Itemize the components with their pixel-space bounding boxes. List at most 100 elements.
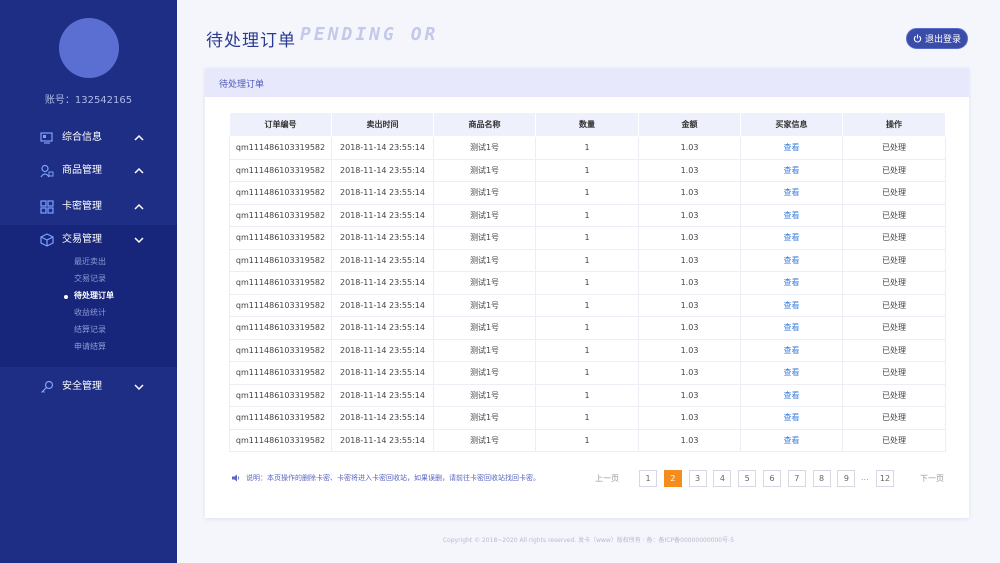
view-buyer-link[interactable]: 查看 [784,143,800,152]
order-id-cell: qm111486103319582 [229,294,332,317]
nav-item-cards[interactable]: 卡密管理 [0,193,177,221]
col-amount[interactable]: 金额 [638,112,741,137]
table-row: qm111486103319582 2018-11-14 23:55:14 测试1号… [229,226,946,250]
sold-time-cell: 2018-11-14 23:55:14 [331,136,434,160]
product-name-cell: 测试1号 [433,406,536,430]
product-name-cell: 测试1号 [433,159,536,182]
sub-item-trade-records[interactable]: 交易记录 [74,274,106,284]
view-buyer-link[interactable]: 查看 [784,278,800,287]
table-row: qm111486103319582 2018-11-14 23:55:14 测试1号… [229,384,946,407]
buyer-info-cell: 查看 [740,339,843,362]
page-button-3[interactable]: 3 [688,470,707,487]
sub-item-recent-sold[interactable]: 最近卖出 [74,257,106,267]
dashboard-icon [40,132,53,144]
col-product-name[interactable]: 商品名称 [433,112,536,137]
buyer-info-cell: 查看 [740,204,843,227]
page-ellipsis: ... [861,473,869,482]
view-buyer-link[interactable]: 查看 [784,413,800,422]
buyer-info-cell: 查看 [740,294,843,317]
quantity-cell: 1 [535,226,639,250]
quantity-cell: 1 [535,159,639,182]
logout-label: 退出登录 [924,35,961,45]
view-buyer-link[interactable]: 查看 [784,211,800,220]
nav-item-trade[interactable]: 交易管理 [0,226,177,254]
order-id-cell: qm111486103319582 [229,226,332,250]
notice-text: 说明：本页操作的删除卡密、卡密将进入卡密回收站，如果误删，请前往卡密回收站找回卡… [246,474,540,482]
buyer-info-cell: 查看 [740,226,843,250]
table-row: qm111486103319582 2018-11-14 23:55:14 测试1号… [229,181,946,205]
page-button-7[interactable]: 7 [787,470,806,487]
view-buyer-link[interactable]: 查看 [784,346,800,355]
prev-page-link[interactable]: 上一页 [595,473,619,484]
buyer-info-cell: 查看 [740,181,843,205]
sub-item-income-stats[interactable]: 收益统计 [74,308,106,318]
avatar[interactable] [59,18,119,78]
amount-cell: 1.03 [638,271,741,295]
nav-item-goods[interactable]: 商品管理 [0,157,177,185]
view-buyer-link[interactable]: 查看 [784,436,800,445]
amount-cell: 1.03 [638,136,741,160]
table-row: qm111486103319582 2018-11-14 23:55:14 测试1号… [229,136,946,160]
logout-button[interactable]: 退出登录 [906,28,968,49]
page-button-8[interactable]: 8 [812,470,831,487]
page-button-last[interactable]: 12 [876,470,894,487]
status-cell: 已处理 [842,429,946,452]
page-button-1[interactable]: 1 [639,470,657,487]
panel-title: 待处理订单 [219,80,265,90]
table-row: qm111486103319582 2018-11-14 23:55:14 测试1号… [229,316,946,340]
col-action[interactable]: 操作 [842,112,946,137]
page-button-4[interactable]: 4 [713,470,732,487]
view-buyer-link[interactable]: 查看 [784,166,800,175]
next-page-link[interactable]: 下一页 [920,473,944,484]
chevron-up-icon [134,203,144,210]
sub-item-apply-settlement[interactable]: 申请结算 [74,342,106,352]
order-id-cell: qm111486103319582 [229,181,332,205]
quantity-cell: 1 [535,429,639,452]
buyer-info-cell: 查看 [740,159,843,182]
sold-time-cell: 2018-11-14 23:55:14 [331,226,434,250]
col-sold-time[interactable]: 卖出时间 [331,112,434,137]
sold-time-cell: 2018-11-14 23:55:14 [331,361,434,385]
quantity-cell: 1 [535,271,639,295]
active-dot-icon [64,295,68,299]
amount-cell: 1.03 [638,249,741,272]
quantity-cell: 1 [535,204,639,227]
key-icon [41,380,54,393]
status-cell: 已处理 [842,226,946,250]
page-button-5[interactable]: 5 [738,470,757,487]
nav-label: 综合信息 [62,132,102,143]
page-button-6[interactable]: 6 [763,470,781,487]
page-title: 待处理订单 [206,31,296,51]
order-id-cell: qm111486103319582 [229,384,332,407]
col-buyer-info[interactable]: 买家信息 [740,112,843,137]
col-quantity[interactable]: 数量 [535,112,639,137]
view-buyer-link[interactable]: 查看 [784,256,800,265]
status-cell: 已处理 [842,384,946,407]
view-buyer-link[interactable]: 查看 [784,368,800,377]
table-row: qm111486103319582 2018-11-14 23:55:14 测试1号… [229,361,946,385]
status-cell: 已处理 [842,181,946,205]
amount-cell: 1.03 [638,316,741,340]
col-order-id[interactable]: 订单编号 [229,112,332,137]
view-buyer-link[interactable]: 查看 [784,391,800,400]
page-button-2[interactable]: 2 [663,470,682,487]
quantity-cell: 1 [535,294,639,317]
quantity-cell: 1 [535,249,639,272]
page-button-9[interactable]: 9 [837,470,856,487]
sidebar: 账号：132542165 综合信息 商品管理 卡密管理 交易管理 最近卖出 交易… [0,0,177,563]
view-buyer-link[interactable]: 查看 [784,301,800,310]
order-id-cell: qm111486103319582 [229,136,332,160]
amount-cell: 1.03 [638,181,741,205]
chevron-down-icon [134,237,144,244]
sold-time-cell: 2018-11-14 23:55:14 [331,204,434,227]
sub-item-settlement-records[interactable]: 结算记录 [74,325,106,335]
view-buyer-link[interactable]: 查看 [784,188,800,197]
nav-item-overview[interactable]: 综合信息 [0,124,177,152]
sub-item-pending-orders[interactable]: 待处理订单 [74,291,114,301]
sold-time-cell: 2018-11-14 23:55:14 [331,271,434,295]
product-name-cell: 测试1号 [433,384,536,407]
view-buyer-link[interactable]: 查看 [784,323,800,332]
view-buyer-link[interactable]: 查看 [784,233,800,242]
nav-item-security[interactable]: 安全管理 [0,373,177,401]
buyer-info-cell: 查看 [740,316,843,340]
